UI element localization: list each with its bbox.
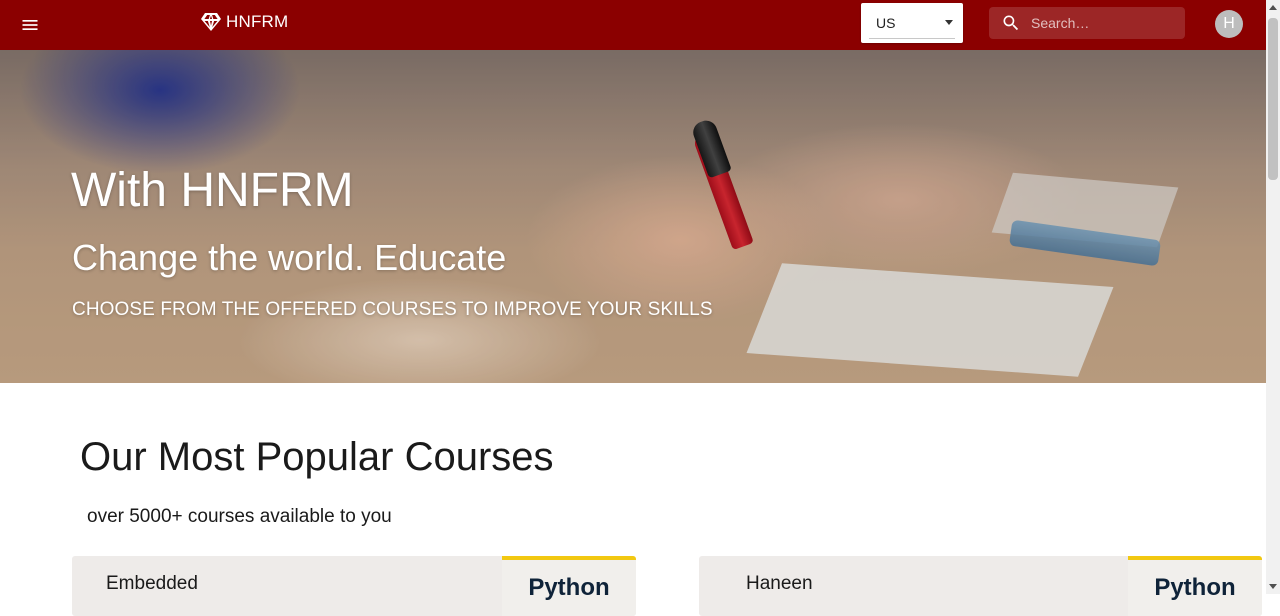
menu-button[interactable] bbox=[16, 11, 44, 39]
section-subtitle: over 5000+ courses available to you bbox=[87, 506, 392, 527]
hero-banner: With HNFRM Change the world. Educate CHO… bbox=[0, 50, 1266, 383]
scrollbar-thumb[interactable] bbox=[1268, 18, 1278, 180]
course-thumbnail: Python bbox=[1128, 556, 1262, 616]
brand-logo-link[interactable]: HNFRM bbox=[199, 10, 288, 34]
course-card[interactable]: Embedded Python bbox=[72, 556, 636, 616]
search-input[interactable] bbox=[1029, 14, 1169, 32]
hero-title: With HNFRM bbox=[71, 164, 354, 217]
select-underline bbox=[869, 38, 955, 39]
course-thumbnail: Python bbox=[502, 556, 636, 616]
locale-select[interactable]: US bbox=[861, 3, 963, 43]
chevron-down-icon bbox=[945, 20, 953, 25]
search-box bbox=[989, 7, 1185, 39]
user-avatar[interactable]: H bbox=[1215, 10, 1243, 38]
scroll-up-arrow-icon[interactable] bbox=[1269, 5, 1277, 10]
scroll-down-arrow-icon[interactable] bbox=[1269, 584, 1277, 589]
hamburger-menu-icon bbox=[22, 20, 38, 30]
diamond-icon bbox=[201, 13, 221, 31]
course-name: Embedded bbox=[106, 573, 198, 594]
course-thumbnail-text: Python bbox=[528, 574, 610, 601]
hero-subtitle: Change the world. Educate bbox=[72, 237, 507, 278]
locale-selected-value: US bbox=[876, 15, 896, 31]
brand-name: HNFRM bbox=[226, 12, 289, 31]
course-name: Haneen bbox=[746, 573, 813, 594]
top-app-bar: HNFRM US H bbox=[0, 0, 1266, 50]
course-card[interactable]: Haneen Python bbox=[699, 556, 1262, 616]
search-icon bbox=[1003, 15, 1019, 31]
hero-tagline: CHOOSE FROM THE OFFERED COURSES TO IMPRO… bbox=[72, 299, 713, 320]
section-title: Our Most Popular Courses bbox=[80, 435, 554, 479]
course-thumbnail-text: Python bbox=[1154, 574, 1236, 601]
